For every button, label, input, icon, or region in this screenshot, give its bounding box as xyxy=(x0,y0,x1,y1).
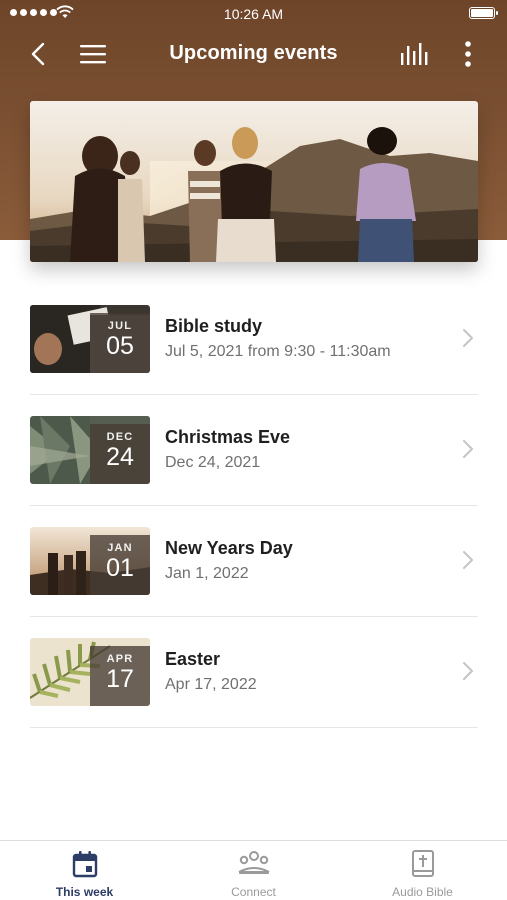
chevron-right-icon xyxy=(463,662,473,680)
chevron-right-icon xyxy=(463,551,473,569)
tab-bar: This week Connect Audio Bible xyxy=(0,840,507,900)
date-day: 01 xyxy=(106,554,134,582)
event-date: Dec 24, 2021 xyxy=(165,454,261,471)
status-time: 10:26 AM xyxy=(223,6,284,22)
tab-connect[interactable]: Connect xyxy=(169,841,338,900)
event-title: Easter xyxy=(165,649,221,669)
tab-this-week[interactable]: This week xyxy=(0,841,169,900)
event-list: JUL 05 Bible study Jul 5, 2021 from 9:30… xyxy=(30,284,478,728)
more-options-button[interactable] xyxy=(452,38,484,70)
people-icon xyxy=(238,851,269,874)
event-thumbnail: DEC 24 xyxy=(30,416,150,484)
event-date: Apr 17, 2022 xyxy=(165,676,257,693)
chevron-right-icon xyxy=(463,440,473,458)
hero-image xyxy=(30,101,478,262)
chevron-right-icon xyxy=(463,329,473,347)
event-title: New Years Day xyxy=(165,538,293,558)
event-date: Jan 1, 2022 xyxy=(165,565,249,582)
audio-levels-button[interactable] xyxy=(399,38,431,70)
equalizer-icon xyxy=(401,43,428,65)
list-item[interactable]: JAN 01 New Years Day Jan 1, 2022 xyxy=(30,506,478,617)
status-bar: 10:26 AM xyxy=(0,0,507,28)
list-item[interactable]: JUL 05 Bible study Jul 5, 2021 from 9:30… xyxy=(30,284,478,395)
date-month: JUL xyxy=(107,320,133,332)
tab-label: Audio Bible xyxy=(392,885,453,899)
date-badge: APR 17 xyxy=(90,646,150,706)
list-item[interactable]: APR 17 Easter Apr 17, 2022 xyxy=(30,617,478,728)
tab-audio-bible[interactable]: Audio Bible xyxy=(338,841,507,900)
bible-icon xyxy=(411,850,434,877)
date-day: 24 xyxy=(106,443,134,471)
event-thumbnail: JUL 05 xyxy=(30,305,150,373)
battery-icon xyxy=(469,7,498,19)
navigation-bar: Upcoming events xyxy=(0,32,507,76)
list-item[interactable]: DEC 24 Christmas Eve Dec 24, 2021 xyxy=(30,395,478,506)
date-month: APR xyxy=(106,653,134,665)
event-thumbnail: JAN 01 xyxy=(30,527,150,595)
tab-label: This week xyxy=(55,885,114,899)
event-thumbnail: APR 17 xyxy=(30,638,150,706)
date-month: DEC xyxy=(106,431,134,443)
event-title: Christmas Eve xyxy=(165,427,291,447)
date-day: 05 xyxy=(106,332,134,360)
date-badge: JAN 01 xyxy=(90,535,150,595)
chevron-left-icon xyxy=(31,42,45,66)
date-day: 17 xyxy=(106,665,134,693)
date-badge: DEC 24 xyxy=(90,424,150,484)
back-button[interactable] xyxy=(22,38,54,70)
more-vertical-icon xyxy=(465,41,471,67)
event-date: Jul 5, 2021 from 9:30 - 11:30am xyxy=(165,343,391,360)
calendar-icon xyxy=(72,851,97,878)
event-title: Bible study xyxy=(165,316,263,336)
date-badge: JUL 05 xyxy=(90,313,150,373)
tab-label: Connect xyxy=(231,885,276,899)
hamburger-icon xyxy=(80,45,106,64)
menu-button[interactable] xyxy=(77,38,109,70)
date-month: JAN xyxy=(107,542,133,554)
